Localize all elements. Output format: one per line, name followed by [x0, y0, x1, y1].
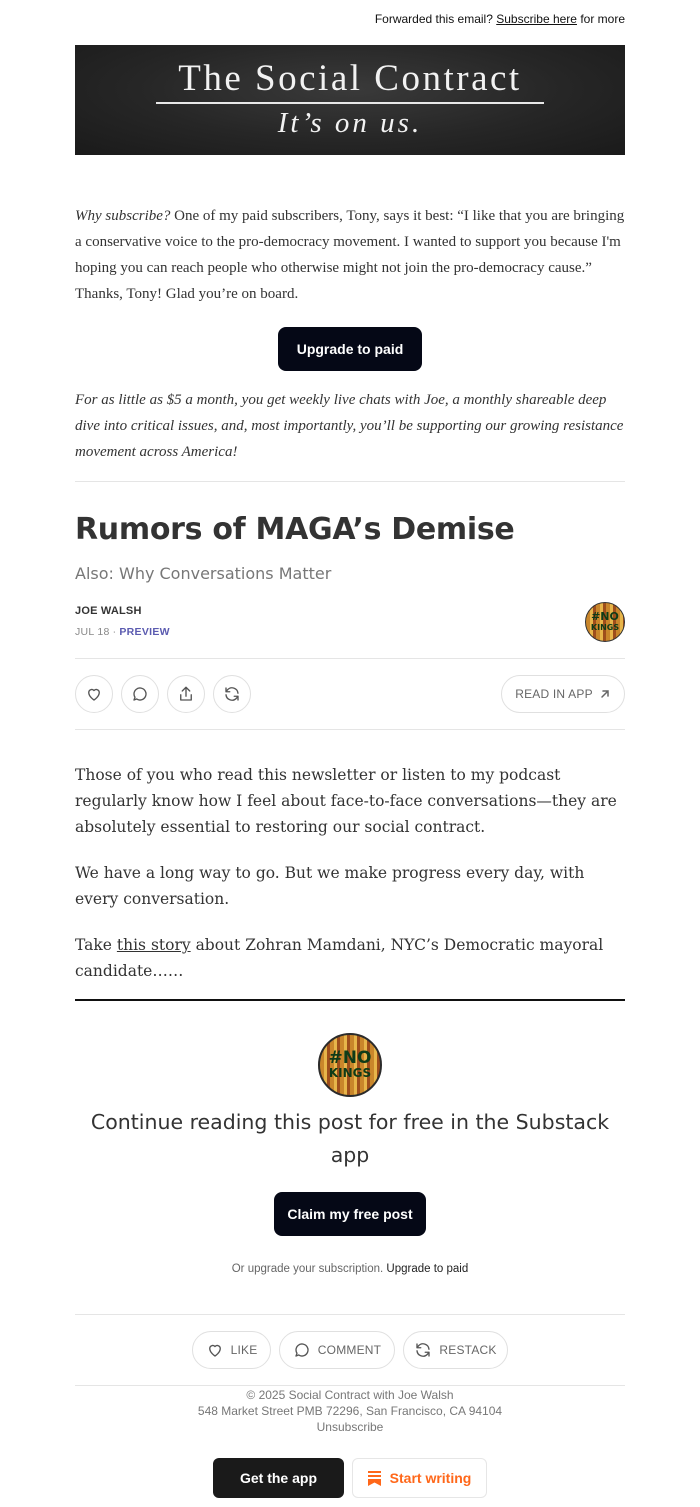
read-in-app-label: READ IN APP — [515, 687, 593, 701]
start-writing-label: Start writing — [389, 1470, 472, 1486]
upgrade-to-paid-button[interactable]: Upgrade to paid — [278, 327, 422, 371]
share-button[interactable] — [167, 675, 205, 713]
heart-icon — [88, 688, 100, 701]
body-paragraph: Take this story about Zohran Mamdani, NY… — [75, 932, 625, 984]
comment-icon — [295, 1343, 309, 1357]
like-pill-button[interactable]: LIKE — [192, 1331, 271, 1369]
publication-avatar: #NO KINGS — [318, 1033, 382, 1097]
meta-separator: ∙ — [112, 626, 117, 638]
or-upgrade-line: Or upgrade your subscription. Upgrade to… — [75, 1263, 625, 1275]
promo-pitch: For as little as $5 a month, you get wee… — [75, 392, 624, 460]
body-paragraph: We have a long way to go. But we make pr… — [75, 864, 585, 908]
claim-free-post-button[interactable]: Claim my free post — [274, 1192, 426, 1236]
promo-paragraph: Why subscribe? One of my paid subscriber… — [75, 203, 625, 307]
like-button[interactable] — [75, 675, 113, 713]
footer: © 2025 Social Contract with Joe Walsh 54… — [75, 1387, 625, 1435]
restack-icon — [416, 1343, 431, 1357]
comment-icon — [133, 687, 147, 701]
post-date: JUL 18 — [75, 626, 110, 638]
divider — [75, 1314, 625, 1315]
body-text-start: Take — [75, 936, 112, 954]
continue-reading-heading: Continue reading this post for free in t… — [90, 1110, 610, 1167]
divider — [75, 481, 625, 482]
banner-rule — [156, 102, 544, 104]
avatar-lettering: #NO KINGS — [590, 610, 620, 632]
share-icon — [180, 686, 192, 701]
upgrade-to-paid-link[interactable]: Upgrade to paid — [386, 1263, 468, 1275]
banner-title: The Social Contract — [178, 58, 522, 99]
footer-address: 548 Market Street PMB 72296, San Francis… — [197, 1404, 503, 1418]
start-writing-button[interactable]: Start writing — [352, 1458, 487, 1498]
or-upgrade-text: Or upgrade your subscription. — [231, 1263, 384, 1275]
author-avatar[interactable]: #NO KINGS — [585, 602, 625, 642]
heart-icon — [208, 1344, 221, 1357]
newsletter-banner[interactable]: The Social Contract It’s on us. — [75, 45, 625, 155]
divider — [75, 1385, 625, 1386]
post-title[interactable]: Rumors of MAGA’s Demise — [75, 512, 515, 547]
preview-label: PREVIEW — [119, 626, 170, 638]
post-author[interactable]: JOE WALSH — [75, 605, 142, 617]
divider — [75, 729, 625, 730]
comment-pill-button[interactable]: COMMENT — [279, 1331, 395, 1369]
substack-logo-icon — [367, 1470, 381, 1486]
forwarded-suffix: for more — [580, 12, 625, 26]
like-label: LIKE — [230, 1343, 258, 1357]
this-story-link[interactable]: this story — [117, 936, 191, 954]
get-the-app-button[interactable]: Get the app — [213, 1458, 344, 1498]
avatar-lettering: #NO KINGS — [328, 1047, 372, 1080]
read-in-app-button[interactable]: READ IN APP — [501, 675, 625, 713]
forwarded-prefix: Forwarded this email? — [374, 12, 493, 26]
forwarded-line: Forwarded this email? Subscribe here for… — [375, 12, 625, 26]
body-paragraph: Those of you who read this newsletter or… — [75, 766, 617, 836]
arrow-up-right-icon — [601, 690, 609, 698]
banner-tagline: It’s on us. — [277, 107, 423, 139]
subscribe-link[interactable]: Subscribe here — [496, 12, 577, 26]
post-meta: JUL 18 ∙ PREVIEW — [75, 626, 170, 638]
restack-label: RESTACK — [439, 1343, 497, 1357]
comment-button[interactable] — [121, 675, 159, 713]
comment-label: COMMENT — [317, 1343, 382, 1357]
post-subtitle: Also: Why Conversations Matter — [75, 564, 332, 583]
divider — [75, 658, 625, 659]
footer-copyright: © 2025 Social Contract with Joe Walsh — [246, 1388, 454, 1402]
restack-pill-button[interactable]: RESTACK — [403, 1331, 508, 1369]
restack-button[interactable] — [213, 675, 251, 713]
unsubscribe-link[interactable]: Unsubscribe — [75, 1419, 625, 1435]
paywall-divider — [75, 999, 625, 1001]
promo-lead: Why subscribe? — [75, 208, 171, 224]
restack-icon — [225, 687, 239, 701]
